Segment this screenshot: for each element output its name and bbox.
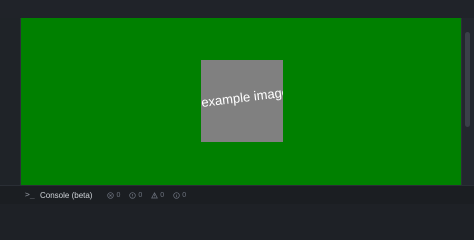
scrollbar-thumb[interactable] bbox=[465, 32, 470, 127]
left-gutter bbox=[0, 18, 21, 185]
editor-root: example image >_ Console (beta) 0 0 0 0 bbox=[0, 0, 474, 204]
info-counter[interactable]: 0 bbox=[173, 192, 186, 199]
console-prompt-icon: >_ bbox=[25, 190, 35, 199]
console-bar[interactable]: >_ Console (beta) 0 0 0 0 bbox=[0, 185, 474, 204]
error-counter[interactable]: 0 bbox=[107, 192, 120, 199]
example-image-label: example image bbox=[201, 84, 283, 110]
info-circle-icon bbox=[173, 191, 180, 199]
alert-count: 0 bbox=[160, 191, 165, 199]
warning-counter[interactable]: 0 bbox=[129, 192, 142, 199]
warning-count: 0 bbox=[138, 191, 143, 199]
preview-canvas: example image bbox=[21, 18, 461, 185]
example-image: example image bbox=[201, 60, 283, 142]
console-title[interactable]: Console (beta) bbox=[40, 191, 92, 200]
vertical-scrollbar[interactable] bbox=[461, 18, 474, 185]
alert-counter[interactable]: 0 bbox=[151, 192, 164, 199]
error-circle-icon bbox=[107, 191, 115, 199]
warning-triangle-icon bbox=[151, 191, 159, 199]
top-strip bbox=[0, 0, 474, 18]
warning-circle-icon bbox=[129, 191, 137, 199]
error-count: 0 bbox=[116, 191, 121, 199]
info-count: 0 bbox=[182, 191, 187, 199]
